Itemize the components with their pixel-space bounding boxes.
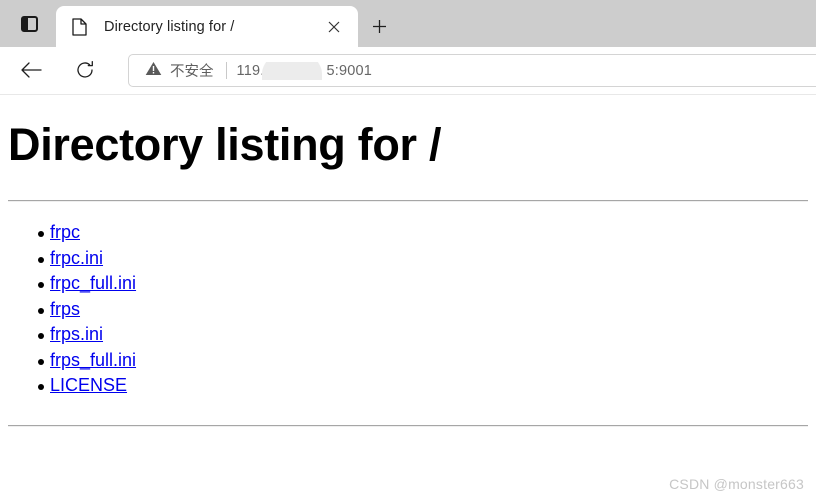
file-link[interactable]: frpc.ini [50, 248, 103, 268]
back-arrow-icon [21, 62, 42, 78]
list-item: LICENSE [37, 373, 136, 399]
omnibox-divider [225, 62, 227, 79]
close-icon[interactable] [320, 13, 348, 41]
page-title: Directory listing for / [8, 119, 442, 170]
vertical-tabs-glyph [20, 16, 38, 32]
browser-tab[interactable]: Directory listing for / [56, 6, 358, 47]
plus-icon [372, 19, 386, 33]
url-prefix: 119. [236, 62, 265, 79]
divider-bottom [8, 425, 808, 427]
address-bar[interactable]: 不安全 119. 5:9001 [128, 54, 816, 87]
tab-title: Directory listing for / [104, 18, 235, 35]
vertical-tabs-icon[interactable] [10, 9, 48, 39]
list-item: frpc.ini [37, 246, 136, 272]
list-item: frps_full.ini [37, 348, 136, 374]
tab-strip: Directory listing for / [0, 0, 816, 47]
document-icon [72, 17, 88, 36]
page-content: Directory listing for / frpc frpc.ini fr… [0, 96, 816, 500]
list-item: frpc_full.ini [37, 271, 136, 297]
warning-triangle-icon [145, 61, 162, 81]
divider-top [8, 200, 808, 202]
list-item: frps.ini [37, 322, 136, 348]
file-link[interactable]: frps.ini [50, 324, 103, 344]
browser-window: Directory listing for / 不安全 119. 5:9001 … [0, 0, 816, 500]
directory-file-list: frpc frpc.ini frpc_full.ini frps frps.in… [0, 220, 136, 399]
url-suffix: 5:9001 [326, 62, 373, 79]
list-item: frpc [37, 220, 136, 246]
url-container[interactable]: 119. 5:9001 [236, 61, 816, 80]
url-redaction-blur [261, 61, 322, 80]
watermark: CSDN @monster663 [669, 476, 804, 492]
file-link[interactable]: LICENSE [50, 375, 127, 395]
new-tab-button[interactable] [364, 11, 394, 41]
file-link[interactable]: frps_full.ini [50, 350, 136, 370]
list-item: frps [37, 297, 136, 323]
browser-toolbar: 不安全 119. 5:9001 [0, 47, 816, 95]
file-link[interactable]: frpc_full.ini [50, 273, 136, 293]
file-link[interactable]: frpc [50, 222, 80, 242]
reload-icon [77, 60, 93, 78]
reload-button[interactable] [69, 54, 101, 86]
security-status-label: 不安全 [170, 64, 214, 80]
back-button[interactable] [15, 54, 47, 86]
file-link[interactable]: frps [50, 299, 80, 319]
